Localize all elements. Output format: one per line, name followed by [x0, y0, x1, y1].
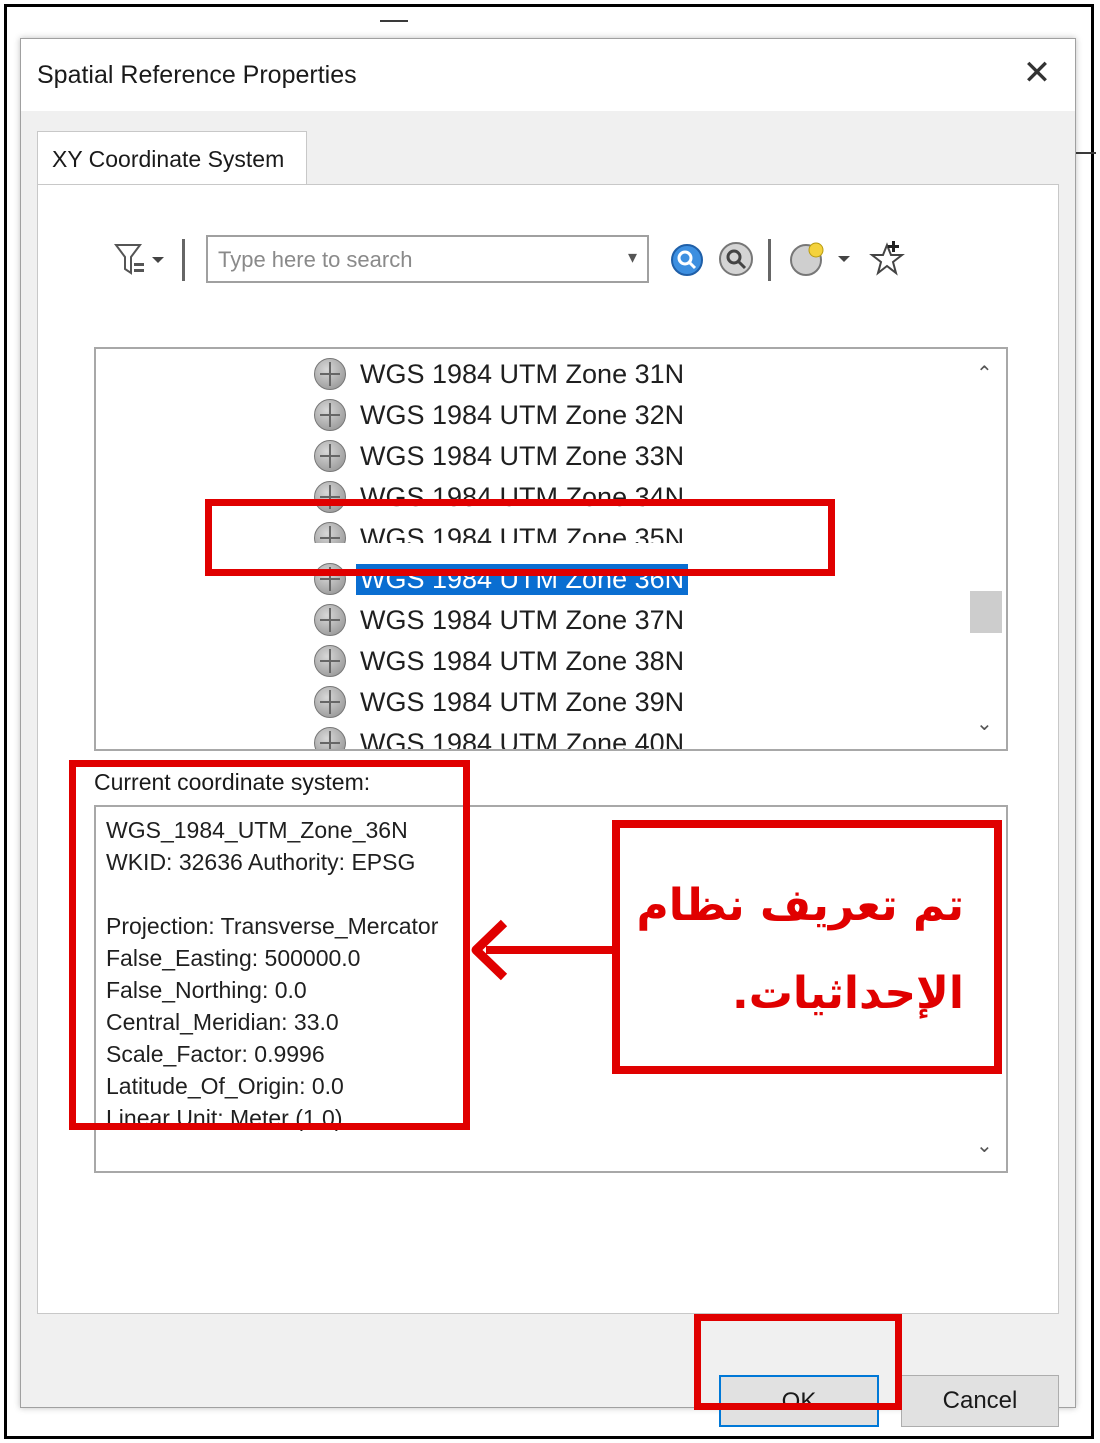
background-line [1076, 152, 1096, 154]
search-icon[interactable] [670, 243, 704, 282]
globe-icon [314, 645, 346, 677]
globe-icon [314, 399, 346, 431]
search-input[interactable] [216, 243, 600, 277]
cancel-button[interactable]: Cancel [901, 1375, 1059, 1427]
list-item[interactable]: WGS 1984 UTM Zone 38N [314, 642, 914, 682]
list-item-label: WGS 1984 UTM Zone 38N [360, 646, 685, 676]
list-item[interactable]: WGS 1984 UTM Zone 40N [314, 724, 914, 751]
globe-add-icon[interactable] [788, 241, 858, 282]
annotation-arrow [471, 919, 614, 981]
list-item[interactable]: WGS 1984 UTM Zone 32N [314, 396, 914, 436]
favorite-add-icon[interactable] [868, 239, 906, 282]
list-item[interactable]: WGS 1984 UTM Zone 37N [314, 601, 914, 641]
tab-panel: ▾ [37, 184, 1059, 1314]
search-field[interactable]: ▾ [206, 235, 649, 283]
list-item-label: WGS 1984 UTM Zone 33N [360, 441, 685, 471]
tab-label: XY Coordinate System [52, 146, 285, 172]
list-item[interactable]: WGS 1984 UTM Zone 39N [314, 683, 914, 723]
search-all-icon[interactable] [718, 241, 754, 282]
globe-icon [314, 727, 346, 749]
globe-icon [314, 686, 346, 718]
toolbar-separator [182, 239, 185, 281]
globe-icon [314, 604, 346, 636]
tab-xy-coordinate-system[interactable]: XY Coordinate System [37, 131, 307, 185]
list-item[interactable]: WGS 1984 UTM Zone 31N [314, 355, 914, 395]
list-item-label: WGS 1984 UTM Zone 31N [360, 359, 685, 389]
annotation-text: تم تعريف نظام الإحداثيات. [634, 862, 964, 1038]
scroll-down-icon[interactable]: ⌄ [976, 711, 993, 736]
list-scrollbar[interactable]: ⌃ ⌄ [966, 349, 1006, 749]
scroll-up-icon[interactable]: ⌃ [976, 361, 993, 386]
globe-icon [314, 440, 346, 472]
scroll-down-icon[interactable]: ⌄ [976, 1133, 993, 1158]
annotation-callout: تم تعريف نظام الإحداثيات. [612, 820, 1002, 1074]
list-item[interactable]: WGS 1984 UTM Zone 33N [314, 437, 914, 477]
spatial-reference-dialog: Spatial Reference Properties ✕ XY Coordi… [20, 38, 1076, 1427]
title-bar: Spatial Reference Properties ✕ [21, 39, 1075, 111]
dialog-title: Spatial Reference Properties [37, 61, 357, 89]
annotation-line: تم تعريف نظام [636, 880, 964, 931]
close-button[interactable]: ✕ [1017, 53, 1057, 93]
highlight-ok-button [694, 1314, 902, 1410]
highlight-details [69, 760, 470, 1130]
background-line [380, 20, 408, 22]
list-item-label: WGS 1984 UTM Zone 32N [360, 400, 685, 430]
filter-icon[interactable] [114, 243, 166, 284]
scroll-thumb[interactable] [970, 591, 1002, 633]
globe-icon [314, 358, 346, 390]
list-item-label: WGS 1984 UTM Zone 37N [360, 605, 685, 635]
annotation-line: الإحداثيات. [732, 968, 964, 1019]
chevron-down-icon[interactable]: ▾ [628, 247, 637, 268]
toolbar-separator [768, 239, 771, 281]
list-item-label: WGS 1984 UTM Zone 40N [360, 728, 685, 751]
list-item-label: WGS 1984 UTM Zone 39N [360, 687, 685, 717]
highlight-selected-item [205, 499, 835, 576]
